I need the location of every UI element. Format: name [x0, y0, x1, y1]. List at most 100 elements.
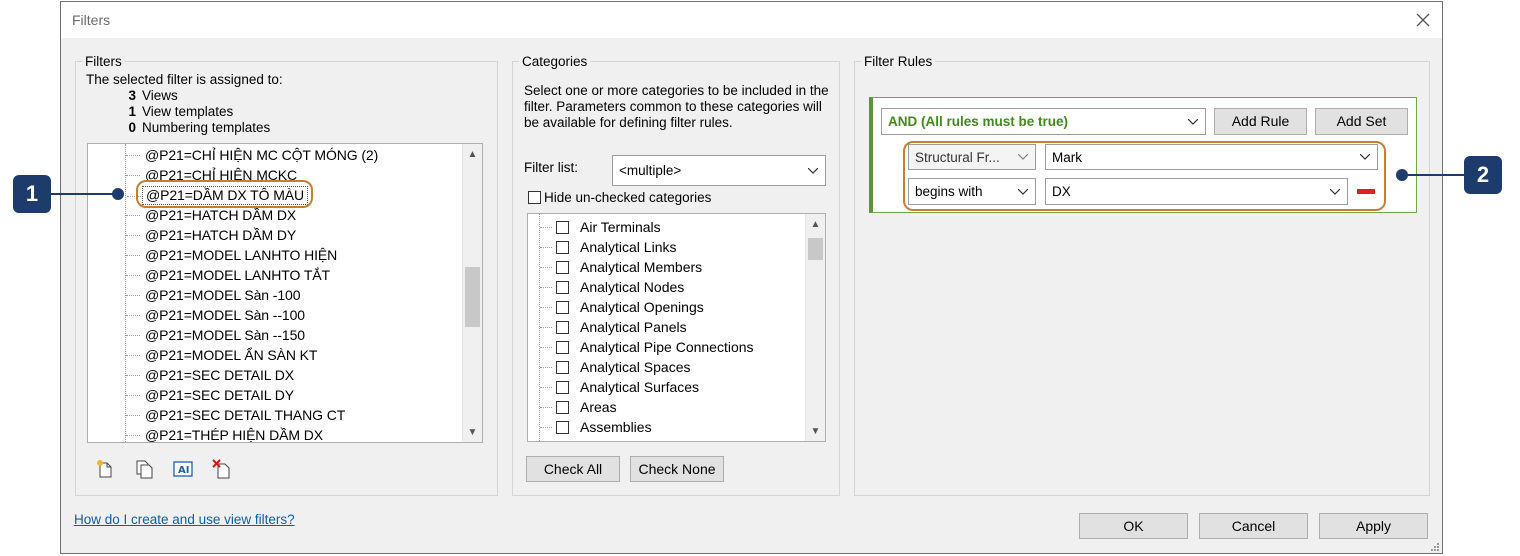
logic-value: AND (All rules must be true): [888, 114, 1069, 129]
filter-item[interactable]: @P21=THÉP HIỆN DẦM DX: [126, 426, 326, 442]
add-set-button[interactable]: Add Set: [1315, 108, 1408, 135]
callout-line-1: [51, 193, 117, 195]
category-label: Analytical Links: [580, 239, 677, 255]
filter-item[interactable]: @P21=HATCH DẦM DX: [125, 206, 299, 225]
scroll-up-icon[interactable]: ▲: [463, 146, 482, 164]
duplicate-filter-icon[interactable]: [133, 458, 155, 480]
filter-item-selected[interactable]: @P21=DẦM DX TÔ MÀU: [126, 186, 309, 205]
category-checkbox[interactable]: [556, 261, 569, 274]
filter-item[interactable]: @P21=MODEL LANHTO TẮT: [126, 266, 333, 285]
filter-item[interactable]: @P21=MODEL Sàn -100: [125, 286, 303, 305]
svg-text:AI: AI: [178, 465, 189, 476]
category-checkbox[interactable]: [556, 301, 569, 314]
tree-line: [125, 144, 126, 442]
category-checkbox[interactable]: [556, 361, 569, 374]
filter-list-select[interactable]: <multiple>: [612, 155, 826, 186]
filter-item[interactable]: @P21=HATCH DẦM DY: [125, 226, 299, 245]
hide-unchecked-checkbox[interactable]: [528, 191, 541, 204]
filter-item[interactable]: @P21=MODEL ẨN SÀN KT: [125, 346, 320, 365]
category-checkbox[interactable]: [556, 281, 569, 294]
callout-dot-1: [112, 188, 124, 200]
category-label: Analytical Surfaces: [580, 379, 700, 395]
filters-group-label: Filters: [82, 54, 125, 69]
scroll-up-icon[interactable]: ▲: [806, 216, 825, 234]
rule-parameter-value: Mark: [1052, 149, 1082, 165]
category-label: Analytical Nodes: [580, 279, 685, 295]
category-label: Areas: [580, 399, 617, 415]
delete-filter-icon[interactable]: [211, 458, 233, 480]
apply-button[interactable]: Apply: [1319, 513, 1428, 539]
category-checkbox[interactable]: [556, 241, 569, 254]
rule-operator-select[interactable]: begins with: [908, 178, 1036, 205]
category-checkbox[interactable]: [556, 421, 569, 434]
new-filter-icon[interactable]: [94, 458, 116, 480]
category-label: Air Terminals: [580, 219, 661, 235]
filter-rules-group-label: Filter Rules: [861, 54, 936, 69]
callout-badge-2: 2: [1464, 156, 1502, 194]
assigned-numbering-templates-count: 0: [128, 120, 136, 135]
category-checkbox[interactable]: [556, 341, 569, 354]
assigned-view-templates-count: 1: [128, 104, 136, 119]
add-rule-button[interactable]: Add Rule: [1214, 108, 1307, 135]
chevron-down-icon: [1018, 154, 1028, 160]
help-link[interactable]: How do I create and use view filters?: [74, 512, 295, 527]
cancel-button[interactable]: Cancel: [1199, 513, 1308, 539]
scroll-down-icon[interactable]: ▼: [806, 423, 825, 441]
assigned-views: 3 Views: [122, 88, 178, 103]
category-label: Assemblies: [580, 419, 652, 435]
ok-button[interactable]: OK: [1079, 513, 1188, 539]
assigned-view-templates: 1 View templates: [122, 104, 233, 119]
category-checkbox[interactable]: [556, 381, 569, 394]
scroll-thumb[interactable]: [465, 267, 480, 327]
filter-item[interactable]: @P21=CHỈ HIỆN MCKC: [125, 166, 300, 185]
hide-unchecked-label: Hide un-checked categories: [544, 190, 712, 205]
assigned-view-templates-label: View templates: [142, 104, 234, 119]
close-icon[interactable]: [1412, 9, 1434, 31]
rename-filter-icon[interactable]: AI: [172, 458, 194, 480]
assigned-title: The selected filter is assigned to:: [86, 72, 283, 87]
window-title: Filters: [72, 12, 111, 28]
rule-category-select[interactable]: Structural Fr...: [908, 144, 1036, 170]
filter-item[interactable]: @P21=SEC DETAIL DY: [126, 386, 297, 405]
category-label: Analytical Spaces: [580, 359, 691, 375]
filter-tree-scrollbar[interactable]: ▲ ▼: [462, 144, 482, 442]
chevron-down-icon: [1018, 188, 1028, 195]
assigned-views-count: 3: [128, 88, 136, 103]
filter-item[interactable]: @P21=CHỈ HIỆN MC CỘT MÓNG (2): [125, 146, 381, 165]
title-bar: Filters: [61, 2, 1442, 38]
category-checkbox[interactable]: [556, 221, 569, 234]
categories-description: Select one or more categories to be incl…: [524, 83, 829, 130]
category-tree-scrollbar[interactable]: ▲ ▼: [805, 214, 825, 441]
assigned-numbering-templates: 0 Numbering templates: [122, 120, 270, 135]
rule-category-value: Structural Fr...: [915, 149, 1000, 165]
filter-item[interactable]: @P21=MODEL Sàn --150: [126, 326, 308, 345]
filter-item[interactable]: @P21=SEC DETAIL DX: [126, 366, 297, 385]
filter-list-label: Filter list:: [524, 160, 578, 175]
rule-parameter-select[interactable]: Mark: [1045, 144, 1378, 170]
check-all-button[interactable]: Check All: [526, 456, 620, 482]
category-label: Analytical Members: [580, 259, 703, 275]
category-checkbox[interactable]: [556, 401, 569, 414]
chevron-down-icon: [1360, 154, 1370, 160]
chevron-down-icon: [808, 167, 818, 174]
filter-list-value: <multiple>: [619, 163, 682, 178]
logic-select[interactable]: AND (All rules must be true): [881, 108, 1206, 135]
scroll-thumb[interactable]: [808, 238, 823, 260]
scroll-down-icon[interactable]: ▼: [463, 424, 482, 442]
categories-group-label: Categories: [519, 54, 591, 69]
filter-item[interactable]: @P21=MODEL LANHTO HIỆN: [125, 246, 340, 265]
filter-item[interactable]: @P21=MODEL Sàn --100: [126, 306, 308, 325]
filter-item[interactable]: @P21=SEC DETAIL THANG CT: [125, 406, 348, 425]
category-checkbox[interactable]: [556, 321, 569, 334]
filter-tree: @P21=CHỈ HIỆN MC CỘT MÓNG (2) @P21=CHỈ H…: [87, 143, 483, 443]
check-none-button[interactable]: Check None: [630, 456, 724, 482]
resize-grip-icon[interactable]: [1430, 542, 1440, 552]
chevron-down-icon: [1330, 188, 1340, 195]
category-label: Analytical Openings: [580, 299, 704, 315]
rule-value: DX: [1052, 184, 1071, 199]
callout-dot-2: [1396, 169, 1408, 181]
category-label: Analytical Pipe Connections: [580, 339, 754, 355]
remove-rule-icon[interactable]: [1357, 189, 1375, 194]
assigned-views-label: Views: [142, 88, 178, 103]
rule-value-input[interactable]: DX: [1045, 178, 1348, 205]
